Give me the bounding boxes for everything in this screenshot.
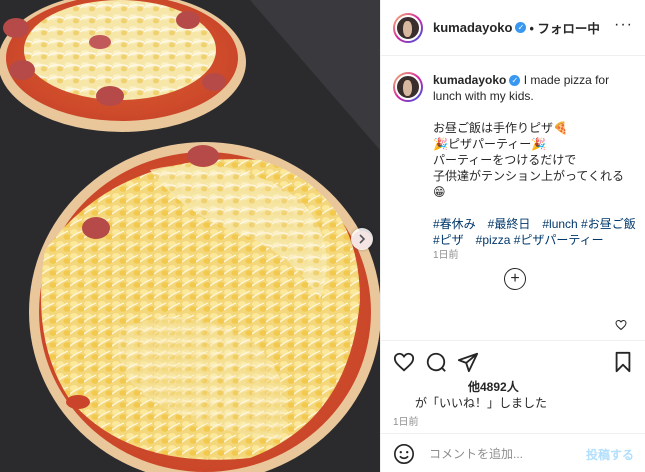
caption-text: kumadayoko ✓ I made pizza for lunch with …: [433, 72, 639, 264]
comment-icon: [426, 352, 446, 372]
caption: kumadayoko ✓ I made pizza for lunch with …: [393, 72, 639, 264]
caption-line: 😁: [433, 185, 446, 199]
comment-input[interactable]: コメントを追加...: [429, 445, 523, 462]
heart-icon[interactable]: [615, 319, 627, 331]
username-link[interactable]: kumadayoko: [433, 20, 512, 35]
hashtags[interactable]: #春休み #最終日 #lunch #お昼ご飯: [433, 216, 639, 232]
chevron-right-icon: [359, 234, 366, 244]
share-icon: [457, 352, 479, 373]
comment-button[interactable]: [425, 351, 447, 378]
caption-line: お昼ご飯は手作りピザ🍕: [433, 121, 568, 135]
likes-count[interactable]: 他4892人: [468, 378, 519, 395]
plus-icon[interactable]: +: [504, 268, 526, 290]
post-photo: [0, 0, 380, 472]
more-icon[interactable]: ···: [614, 16, 633, 34]
share-button[interactable]: [457, 351, 479, 378]
post-comment-button[interactable]: 投稿する: [586, 446, 634, 463]
pizza-image: [0, 0, 380, 472]
post-timestamp[interactable]: 1日前: [393, 413, 419, 428]
caption-line: 🎉ピザパーティー🎉: [433, 137, 547, 151]
like-button[interactable]: [393, 351, 415, 378]
avatar[interactable]: [393, 12, 423, 43]
post-sidebar: kumadayoko ✓ • フォロー中 ··· kumadayoko ✓ I m…: [380, 0, 645, 472]
avatar[interactable]: [393, 72, 423, 102]
post-header: kumadayoko ✓ • フォロー中 ···: [381, 0, 645, 56]
bookmark-icon: [615, 351, 631, 373]
caption-timestamp: 1日前: [433, 250, 459, 261]
comment-form: コメントを追加... 投稿する: [381, 433, 645, 472]
next-photo-button[interactable]: [351, 228, 373, 250]
caption-line: パーティーをつけるだけで: [433, 153, 577, 167]
heart-icon: [393, 352, 415, 372]
liked-by-text: が「いいね！」しました: [415, 396, 548, 410]
caption-line: 子供達がテンション上がってくれる: [433, 169, 625, 183]
verified-icon: ✓: [509, 75, 521, 86]
follow-status[interactable]: • フォロー中: [529, 18, 599, 37]
verified-icon: ✓: [515, 22, 527, 33]
post-actions: 他4892人 が「いいね！」しました 1日前 コメントを追加... 投稿する: [381, 340, 645, 472]
emoji-icon[interactable]: [393, 443, 415, 465]
save-button[interactable]: [612, 351, 634, 378]
hashtags[interactable]: #ピザ #pizza #ピザパーティー: [433, 232, 639, 248]
caption-username[interactable]: kumadayoko: [433, 73, 506, 87]
